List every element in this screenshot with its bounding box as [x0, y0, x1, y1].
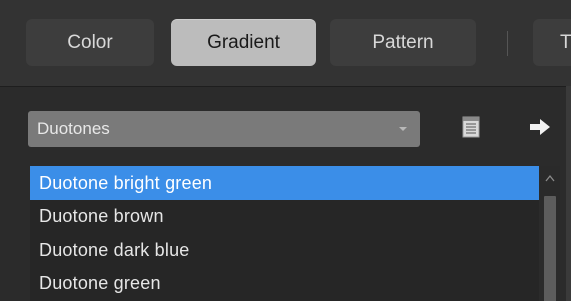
scrollbar-thumb[interactable] — [544, 196, 556, 301]
category-dropdown[interactable]: Duotones — [28, 111, 420, 147]
tab-truncated[interactable]: T — [533, 19, 571, 66]
list-item[interactable]: Duotone green — [30, 266, 539, 300]
arrow-right-icon[interactable] — [528, 116, 552, 138]
panel-edge — [566, 86, 571, 301]
list-item[interactable]: Duotone bright green — [30, 166, 539, 200]
fill-type-tabs: Color Gradient Pattern T — [0, 0, 571, 87]
list-item[interactable]: Duotone brown — [30, 199, 539, 233]
tab-pattern[interactable]: Pattern — [330, 19, 476, 66]
list-item[interactable]: Duotone dark blue — [30, 233, 539, 267]
preset-list: Duotone bright green Duotone brown Duoto… — [30, 166, 539, 301]
tab-gradient[interactable]: Gradient — [171, 19, 316, 66]
chevron-down-icon — [399, 127, 407, 131]
tab-divider — [507, 31, 508, 56]
category-dropdown-value: Duotones — [37, 119, 110, 138]
tab-color[interactable]: Color — [26, 19, 154, 66]
chevron-up-icon[interactable] — [545, 174, 555, 182]
fill-panel: Color Gradient Pattern T Duotones Duoton… — [0, 0, 571, 301]
list-icon[interactable] — [462, 116, 480, 138]
scrollbar[interactable] — [540, 166, 560, 301]
